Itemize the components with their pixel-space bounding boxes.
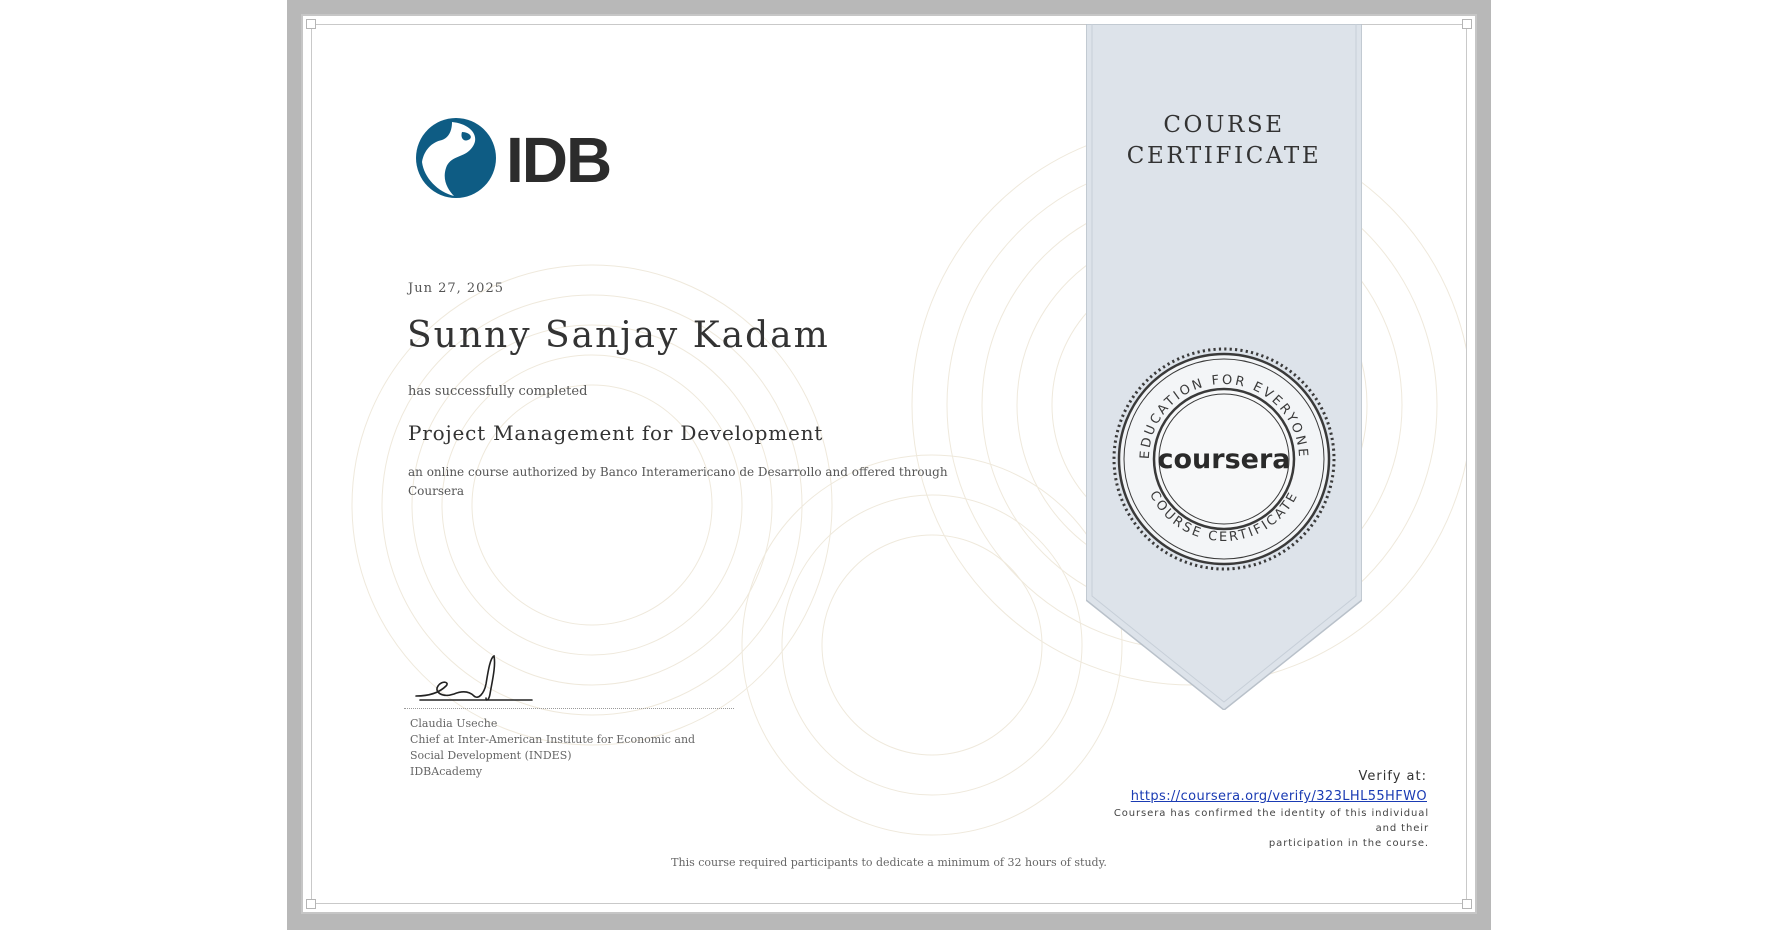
- identity-confirmation-line2: participation in the course.: [1268, 838, 1429, 849]
- idb-globe-icon: [416, 118, 496, 198]
- coursera-seal-icon: EDUCATION FOR EVERYONE COURSE CERTIFICAT…: [1112, 347, 1336, 571]
- recipient-name: Sunny Sanjay Kadam: [407, 315, 830, 356]
- signature-image: [415, 654, 533, 701]
- ribbon-title-line2: CERTIFICATE: [1126, 143, 1322, 169]
- signature-line: [404, 708, 734, 709]
- idb-logo: IDB: [416, 118, 612, 198]
- signatory-title: Chief at Inter-American Institute for Ec…: [410, 733, 696, 762]
- signatory-organization: IDBAcademy: [410, 765, 483, 778]
- verify-label: Verify at:: [1358, 769, 1427, 784]
- course-title: Project Management for Development: [408, 421, 824, 445]
- issue-date: Jun 27, 2025: [408, 281, 504, 296]
- identity-confirmation-text: Coursera has confirmed the identity of t…: [1089, 806, 1429, 851]
- verify-block: Verify at: https://coursera.org/verify/3…: [1131, 768, 1427, 805]
- signatory-name: Claudia Useche: [410, 717, 498, 730]
- ribbon-title: COURSE CERTIFICATE: [1086, 110, 1362, 172]
- identity-confirmation-line1: Coursera has confirmed the identity of t…: [1113, 808, 1429, 834]
- completion-text: has successfully completed: [408, 384, 588, 399]
- signatory-block: Claudia Useche Chief at Inter-American I…: [410, 716, 730, 780]
- course-description: an online course authorized by Banco Int…: [408, 465, 948, 498]
- verify-link[interactable]: https://coursera.org/verify/323LHL55HFWO: [1131, 789, 1427, 804]
- study-hours-footnote: This course required participants to ded…: [671, 856, 1107, 869]
- idb-logo-text: IDB: [506, 124, 610, 196]
- seal-brand-text: coursera: [1157, 444, 1290, 475]
- ribbon-title-line1: COURSE: [1163, 112, 1285, 138]
